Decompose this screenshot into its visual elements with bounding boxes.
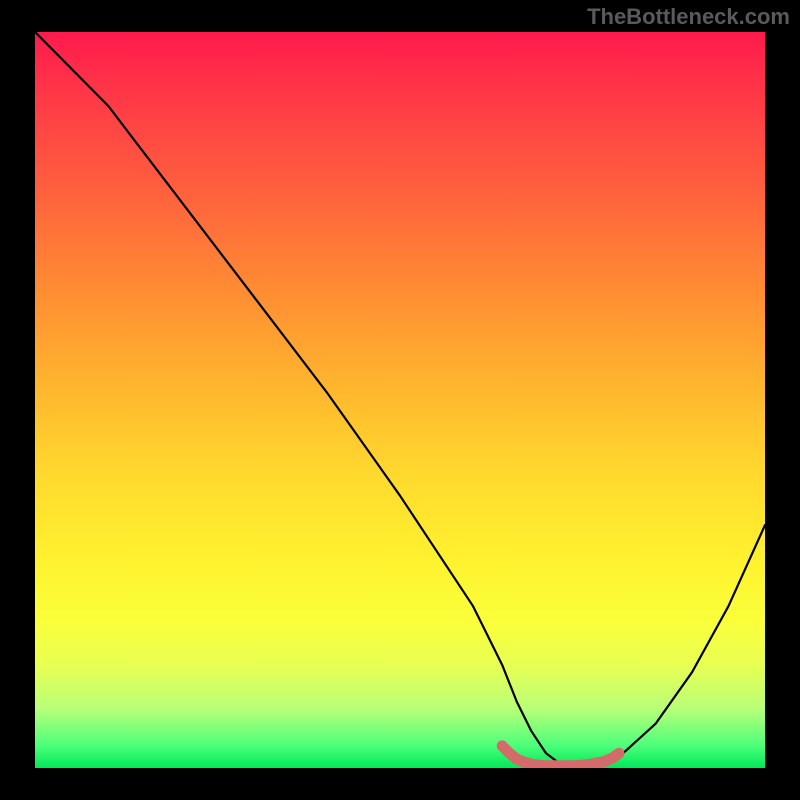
curve-svg — [35, 32, 765, 768]
chart-frame: TheBottleneck.com — [0, 0, 800, 800]
watermark-label: TheBottleneck.com — [587, 4, 790, 30]
optimal-range-marker — [502, 746, 619, 766]
plot-area — [35, 32, 765, 768]
bottleneck-curve — [35, 32, 765, 764]
